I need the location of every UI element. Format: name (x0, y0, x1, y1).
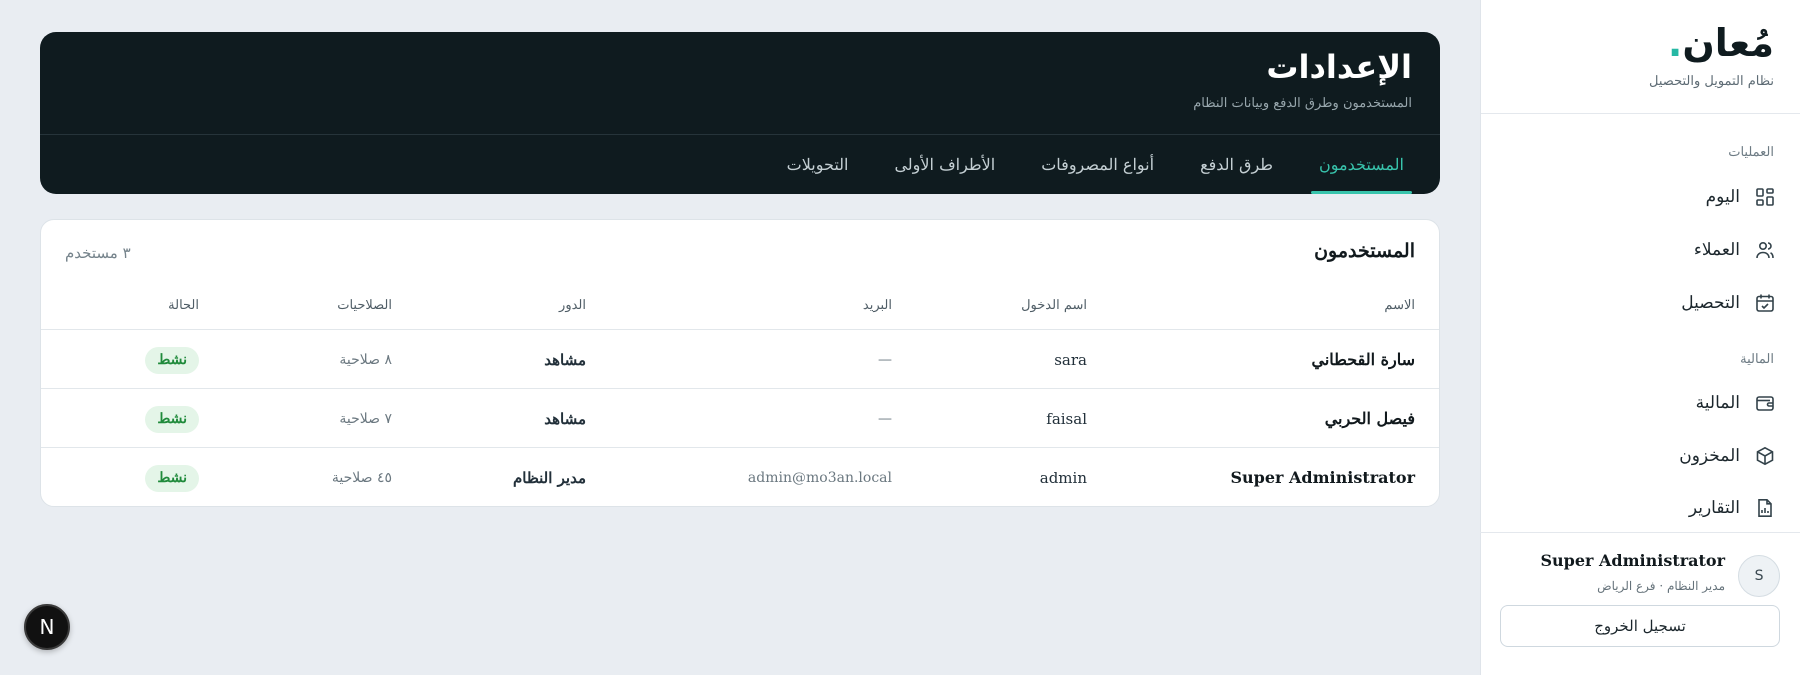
user-panel: S Super Administrator مدير النظام · فرع … (1480, 532, 1800, 675)
cell-permissions: ٨ صلاحية (339, 352, 392, 368)
cell-permissions: ٧ صلاحية (339, 411, 392, 427)
sidebar-item-finance[interactable]: المالية (1505, 381, 1776, 425)
report-file-icon (1754, 497, 1776, 519)
cell-email: admin@mo3an.local (747, 470, 892, 486)
table-row[interactable]: Super Administrator admin admin@mo3an.lo… (41, 449, 1439, 506)
sidebar-item-collection[interactable]: التحصيل (1505, 281, 1776, 325)
page-subtitle: المستخدمون وطرق الدفع وبيانات النظام (1193, 96, 1412, 111)
sidebar-item-label: اليوم (1705, 187, 1740, 207)
calendar-check-icon (1754, 292, 1776, 314)
status-badge: نشط (145, 465, 199, 492)
sidebar-item-label: المخزون (1679, 446, 1740, 466)
tab-expense-types[interactable]: أنواع المصروفات (1033, 134, 1162, 194)
tab-first-parties[interactable]: الأطراف الأولى (886, 134, 1003, 194)
cell-username: faisal (1046, 410, 1087, 428)
table-row[interactable]: فيصل الحربي faisal — مشاهد ٧ صلاحية نشط (41, 390, 1439, 448)
brand-logo-dot: . (1667, 21, 1683, 65)
column-header-username: اسم الدخول (1021, 298, 1087, 313)
tab-transfers[interactable]: التحويلات (779, 134, 857, 194)
table-header: الاسم اسم الدخول البريد الدور الصلاحيات … (41, 296, 1439, 330)
users-table-card: المستخدمون ٣ مستخدم الاسم اسم الدخول الب… (40, 219, 1440, 507)
brand: مُعان. نظام التمويل والتحصيل (1481, 0, 1800, 114)
cell-email: — (878, 411, 892, 427)
sidebar-item-label: التحصيل (1681, 293, 1740, 313)
user-role: مدير النظام · فرع الرياض (1597, 579, 1725, 593)
cell-role: مشاهد (544, 351, 586, 369)
logout-button[interactable]: تسجيل الخروج (1500, 605, 1780, 647)
sidebar: مُعان. نظام التمويل والتحصيل العمليات ال… (1480, 0, 1800, 675)
cell-role: مشاهد (544, 410, 586, 428)
cell-name: Super Administrator (1230, 468, 1415, 487)
sidebar-item-reports[interactable]: التقارير (1505, 486, 1776, 530)
nav-section-operations: العمليات (1728, 145, 1774, 160)
sidebar-item-label: العملاء (1693, 240, 1740, 260)
column-header-email: البريد (862, 298, 892, 313)
column-header-role: الدور (559, 298, 586, 313)
settings-header: الإعدادات المستخدمون وطرق الدفع وبيانات … (40, 32, 1440, 194)
users-count: ٣ مستخدم (65, 244, 131, 262)
sidebar-item-inventory[interactable]: المخزون (1505, 434, 1776, 478)
dev-tools-button[interactable]: N (24, 604, 70, 650)
cell-username: sara (1054, 351, 1087, 369)
sidebar-item-customers[interactable]: العملاء (1505, 228, 1776, 272)
settings-tabs: المستخدمون طرق الدفع أنواع المصروفات الأ… (749, 134, 1412, 194)
nav-section-finance: المالية (1740, 352, 1774, 367)
cell-email: — (878, 352, 892, 368)
column-header-name: الاسم (1384, 298, 1415, 313)
users-icon (1754, 239, 1776, 261)
sidebar-item-today[interactable]: اليوم (1505, 175, 1776, 219)
tab-payment-methods[interactable]: طرق الدفع (1192, 134, 1281, 194)
users-table-title: المستخدمون (1314, 240, 1415, 262)
tab-users[interactable]: المستخدمون (1311, 134, 1412, 194)
wallet-icon (1754, 392, 1776, 414)
brand-logo-text: مُعان (1682, 21, 1774, 65)
cell-name: سارة القحطاني (1311, 350, 1416, 369)
avatar[interactable]: S (1738, 555, 1780, 597)
box-icon (1754, 445, 1776, 467)
cell-name: فيصل الحربي (1324, 409, 1415, 428)
user-name: Super Administrator (1540, 551, 1725, 570)
column-header-permissions: الصلاحيات (337, 298, 392, 313)
brand-logo[interactable]: مُعان. (1505, 20, 1774, 66)
table-row[interactable]: سارة القحطاني sara — مشاهد ٨ صلاحية نشط (41, 331, 1439, 389)
sidebar-item-label: المالية (1695, 393, 1740, 413)
dashboard-grid-icon (1754, 186, 1776, 208)
cell-permissions: ٤٥ صلاحية (331, 470, 392, 486)
brand-subtitle: نظام التمويل والتحصيل (1649, 74, 1774, 89)
cell-username: admin (1039, 469, 1087, 487)
column-header-status: الحالة (168, 298, 199, 313)
sidebar-item-label: التقارير (1688, 498, 1740, 518)
page-title: الإعدادات (1266, 48, 1412, 86)
cell-role: مدير النظام (512, 469, 586, 487)
status-badge: نشط (145, 347, 199, 374)
status-badge: نشط (145, 406, 199, 433)
